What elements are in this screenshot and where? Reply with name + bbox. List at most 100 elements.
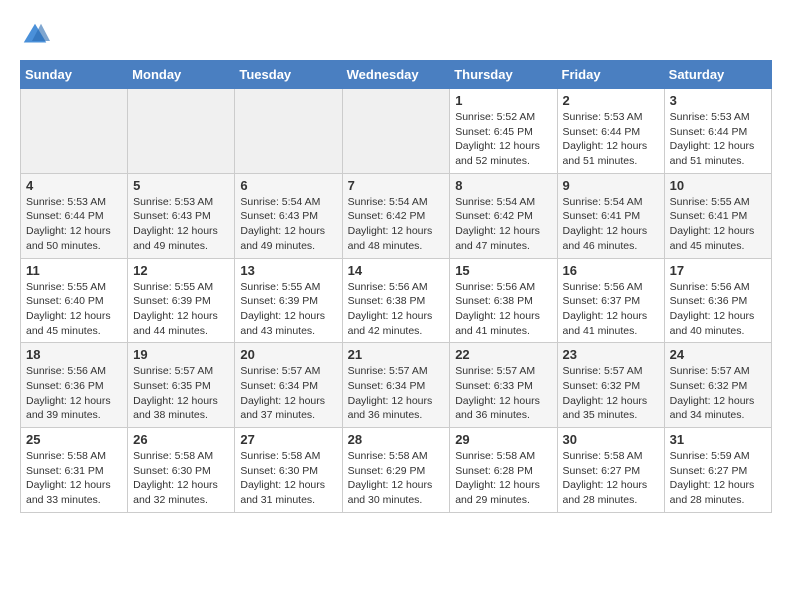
calendar-day-cell: 23 Sunrise: 5:57 AM Sunset: 6:32 PM Dayli… — [557, 343, 664, 428]
day-of-week-header: Tuesday — [235, 61, 342, 89]
day-number: 22 — [455, 347, 551, 362]
day-number: 1 — [455, 93, 551, 108]
day-number: 6 — [240, 178, 336, 193]
calendar-day-cell: 29 Sunrise: 5:58 AM Sunset: 6:28 PM Dayli… — [450, 428, 557, 513]
day-info: Sunrise: 5:53 AM Sunset: 6:44 PM Dayligh… — [26, 195, 122, 254]
day-info: Sunrise: 5:58 AM Sunset: 6:29 PM Dayligh… — [348, 449, 445, 508]
day-number: 25 — [26, 432, 122, 447]
calendar-day-cell: 11Sunrise: 5:55 AM Sunset: 6:40 PM Dayli… — [21, 258, 128, 343]
day-info: Sunrise: 5:55 AM Sunset: 6:41 PM Dayligh… — [670, 195, 766, 254]
calendar-day-cell — [342, 89, 450, 174]
calendar-day-cell: 15 Sunrise: 5:56 AM Sunset: 6:38 PM Dayli… — [450, 258, 557, 343]
day-number: 27 — [240, 432, 336, 447]
calendar-day-cell: 5 Sunrise: 5:53 AM Sunset: 6:43 PM Daylig… — [128, 173, 235, 258]
day-info: Sunrise: 5:56 AM Sunset: 6:36 PM Dayligh… — [670, 280, 766, 339]
day-info: Sunrise: 5:56 AM Sunset: 6:38 PM Dayligh… — [455, 280, 551, 339]
day-info: Sunrise: 5:54 AM Sunset: 6:42 PM Dayligh… — [348, 195, 445, 254]
calendar-week-row: 11Sunrise: 5:55 AM Sunset: 6:40 PM Dayli… — [21, 258, 772, 343]
day-number: 5 — [133, 178, 229, 193]
calendar-day-cell: 13Sunrise: 5:55 AM Sunset: 6:39 PM Dayli… — [235, 258, 342, 343]
calendar-day-cell: 16 Sunrise: 5:56 AM Sunset: 6:37 PM Dayli… — [557, 258, 664, 343]
calendar-table: SundayMondayTuesdayWednesdayThursdayFrid… — [20, 60, 772, 513]
calendar-day-cell: 28 Sunrise: 5:58 AM Sunset: 6:29 PM Dayli… — [342, 428, 450, 513]
calendar-day-cell: 17 Sunrise: 5:56 AM Sunset: 6:36 PM Dayli… — [664, 258, 771, 343]
calendar-week-row: 4Sunrise: 5:53 AM Sunset: 6:44 PM Daylig… — [21, 173, 772, 258]
calendar-day-cell: 21 Sunrise: 5:57 AM Sunset: 6:34 PM Dayli… — [342, 343, 450, 428]
calendar-day-cell: 19 Sunrise: 5:57 AM Sunset: 6:35 PM Dayli… — [128, 343, 235, 428]
day-info: Sunrise: 5:58 AM Sunset: 6:30 PM Dayligh… — [133, 449, 229, 508]
day-number: 15 — [455, 263, 551, 278]
calendar-week-row: 18Sunrise: 5:56 AM Sunset: 6:36 PM Dayli… — [21, 343, 772, 428]
calendar-week-row: 25 Sunrise: 5:58 AM Sunset: 6:31 PM Dayli… — [21, 428, 772, 513]
calendar-day-cell: 9 Sunrise: 5:54 AM Sunset: 6:41 PM Daylig… — [557, 173, 664, 258]
calendar-day-cell: 1 Sunrise: 5:52 AM Sunset: 6:45 PM Daylig… — [450, 89, 557, 174]
calendar-day-cell: 25 Sunrise: 5:58 AM Sunset: 6:31 PM Dayli… — [21, 428, 128, 513]
day-number: 18 — [26, 347, 122, 362]
day-info: Sunrise: 5:57 AM Sunset: 6:35 PM Dayligh… — [133, 364, 229, 423]
day-info: Sunrise: 5:58 AM Sunset: 6:27 PM Dayligh… — [563, 449, 659, 508]
day-number: 9 — [563, 178, 659, 193]
calendar-day-cell — [128, 89, 235, 174]
calendar-day-cell: 31 Sunrise: 5:59 AM Sunset: 6:27 PM Dayli… — [664, 428, 771, 513]
day-number: 17 — [670, 263, 766, 278]
day-number: 31 — [670, 432, 766, 447]
day-number: 8 — [455, 178, 551, 193]
day-number: 16 — [563, 263, 659, 278]
day-number: 14 — [348, 263, 445, 278]
logo-icon — [20, 20, 50, 50]
day-number: 7 — [348, 178, 445, 193]
day-info: Sunrise: 5:58 AM Sunset: 6:30 PM Dayligh… — [240, 449, 336, 508]
day-number: 20 — [240, 347, 336, 362]
day-of-week-header: Friday — [557, 61, 664, 89]
day-number: 29 — [455, 432, 551, 447]
day-info: Sunrise: 5:53 AM Sunset: 6:44 PM Dayligh… — [670, 110, 766, 169]
day-info: Sunrise: 5:54 AM Sunset: 6:42 PM Dayligh… — [455, 195, 551, 254]
day-info: Sunrise: 5:57 AM Sunset: 6:34 PM Dayligh… — [240, 364, 336, 423]
day-number: 19 — [133, 347, 229, 362]
calendar-day-cell: 12 Sunrise: 5:55 AM Sunset: 6:39 PM Dayli… — [128, 258, 235, 343]
day-number: 13 — [240, 263, 336, 278]
day-of-week-header: Monday — [128, 61, 235, 89]
calendar-header-row: SundayMondayTuesdayWednesdayThursdayFrid… — [21, 61, 772, 89]
logo — [20, 20, 54, 50]
calendar-day-cell: 8 Sunrise: 5:54 AM Sunset: 6:42 PM Daylig… — [450, 173, 557, 258]
day-info: Sunrise: 5:54 AM Sunset: 6:41 PM Dayligh… — [563, 195, 659, 254]
day-number: 10 — [670, 178, 766, 193]
calendar-day-cell: 10 Sunrise: 5:55 AM Sunset: 6:41 PM Dayli… — [664, 173, 771, 258]
calendar-day-cell: 4Sunrise: 5:53 AM Sunset: 6:44 PM Daylig… — [21, 173, 128, 258]
calendar-day-cell: 2Sunrise: 5:53 AM Sunset: 6:44 PM Daylig… — [557, 89, 664, 174]
day-number: 28 — [348, 432, 445, 447]
day-info: Sunrise: 5:57 AM Sunset: 6:34 PM Dayligh… — [348, 364, 445, 423]
calendar-day-cell: 27 Sunrise: 5:58 AM Sunset: 6:30 PM Dayli… — [235, 428, 342, 513]
calendar-day-cell: 7 Sunrise: 5:54 AM Sunset: 6:42 PM Daylig… — [342, 173, 450, 258]
calendar-day-cell — [21, 89, 128, 174]
calendar-day-cell: 26 Sunrise: 5:58 AM Sunset: 6:30 PM Dayli… — [128, 428, 235, 513]
day-number: 12 — [133, 263, 229, 278]
calendar-day-cell: 30 Sunrise: 5:58 AM Sunset: 6:27 PM Dayli… — [557, 428, 664, 513]
day-of-week-header: Sunday — [21, 61, 128, 89]
day-number: 26 — [133, 432, 229, 447]
day-info: Sunrise: 5:56 AM Sunset: 6:38 PM Dayligh… — [348, 280, 445, 339]
day-info: Sunrise: 5:57 AM Sunset: 6:32 PM Dayligh… — [670, 364, 766, 423]
day-info: Sunrise: 5:58 AM Sunset: 6:31 PM Dayligh… — [26, 449, 122, 508]
day-number: 11 — [26, 263, 122, 278]
day-info: Sunrise: 5:59 AM Sunset: 6:27 PM Dayligh… — [670, 449, 766, 508]
day-info: Sunrise: 5:56 AM Sunset: 6:37 PM Dayligh… — [563, 280, 659, 339]
day-number: 23 — [563, 347, 659, 362]
day-info: Sunrise: 5:57 AM Sunset: 6:33 PM Dayligh… — [455, 364, 551, 423]
calendar-day-cell: 14 Sunrise: 5:56 AM Sunset: 6:38 PM Dayli… — [342, 258, 450, 343]
calendar-day-cell: 3 Sunrise: 5:53 AM Sunset: 6:44 PM Daylig… — [664, 89, 771, 174]
day-info: Sunrise: 5:53 AM Sunset: 6:43 PM Dayligh… — [133, 195, 229, 254]
calendar-day-cell: 24Sunrise: 5:57 AM Sunset: 6:32 PM Dayli… — [664, 343, 771, 428]
day-number: 30 — [563, 432, 659, 447]
day-info: Sunrise: 5:55 AM Sunset: 6:39 PM Dayligh… — [133, 280, 229, 339]
day-info: Sunrise: 5:58 AM Sunset: 6:28 PM Dayligh… — [455, 449, 551, 508]
day-number: 3 — [670, 93, 766, 108]
day-number: 21 — [348, 347, 445, 362]
day-of-week-header: Thursday — [450, 61, 557, 89]
calendar-day-cell: 20 Sunrise: 5:57 AM Sunset: 6:34 PM Dayli… — [235, 343, 342, 428]
day-of-week-header: Wednesday — [342, 61, 450, 89]
day-info: Sunrise: 5:57 AM Sunset: 6:32 PM Dayligh… — [563, 364, 659, 423]
day-info: Sunrise: 5:53 AM Sunset: 6:44 PM Dayligh… — [563, 110, 659, 169]
day-info: Sunrise: 5:52 AM Sunset: 6:45 PM Dayligh… — [455, 110, 551, 169]
